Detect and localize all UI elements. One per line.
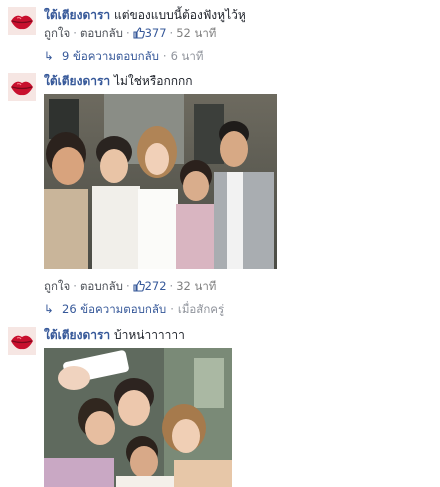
comment-author[interactable]: ใต้เตียงดารา <box>44 8 110 22</box>
comment-header: ใต้เตียงดารา ไม่ใช่หรือกกกก <box>44 73 193 89</box>
comment-author[interactable]: ใต้เตียงดารา <box>44 74 110 88</box>
comment-text: แต่ของแบบนี้ต้องฟังหูไว้หู <box>113 8 246 22</box>
reply-link[interactable]: ตอบกลับ <box>80 26 123 40</box>
replies-time: เมื่อสักครู่ <box>177 302 225 316</box>
lips-icon <box>8 7 36 35</box>
comment-author[interactable]: ใต้เตียงดารา <box>44 328 110 342</box>
comment-photo[interactable] <box>44 94 277 269</box>
lips-icon <box>8 73 36 101</box>
reply-link[interactable]: ตอบกลับ <box>80 279 123 293</box>
comment-header: ใต้เตียงดารา แต่ของแบบนี้ต้องฟังหูไว้หู <box>44 7 246 23</box>
comment-time[interactable]: 32 นาที <box>176 279 216 293</box>
comment-actions: ถูกใจ · ตอบกลับ · 272 · 32 นาที <box>44 278 216 296</box>
replies-link[interactable]: ↳ 9 ข้อความตอบกลับ · 6 นาที <box>44 48 203 64</box>
like-link[interactable]: ถูกใจ <box>44 279 70 293</box>
replies-count[interactable]: 9 ข้อความตอบกลับ <box>62 49 159 63</box>
comment-text: ไม่ใช่หรือกกกก <box>113 74 193 88</box>
replies-time: 6 นาที <box>170 49 204 63</box>
avatar[interactable] <box>8 7 36 35</box>
thumbs-up-icon[interactable] <box>133 280 145 296</box>
replies-count[interactable]: 26 ข้อความตอบกลับ <box>62 302 166 316</box>
avatar[interactable] <box>8 73 36 101</box>
comment-actions: ถูกใจ · ตอบกลับ · 377 · 52 นาที <box>44 25 216 43</box>
comment-header: ใต้เตียงดารา บ้าหน่าาาาาา <box>44 327 185 343</box>
like-link[interactable]: ถูกใจ <box>44 26 70 40</box>
lips-icon <box>8 327 36 355</box>
comment-time[interactable]: 52 นาที <box>176 26 216 40</box>
like-count[interactable]: 377 <box>145 26 167 40</box>
comment-text: บ้าหน่าาาาาา <box>113 328 185 342</box>
replies-link[interactable]: ↳ 26 ข้อความตอบกลับ · เมื่อสักครู่ <box>44 301 224 317</box>
thumbs-up-icon[interactable] <box>133 27 145 43</box>
comment-photo[interactable] <box>44 348 232 487</box>
reply-arrow-icon: ↳ <box>44 302 54 316</box>
reply-arrow-icon: ↳ <box>44 49 54 63</box>
avatar[interactable] <box>8 327 36 355</box>
like-count[interactable]: 272 <box>145 279 167 293</box>
